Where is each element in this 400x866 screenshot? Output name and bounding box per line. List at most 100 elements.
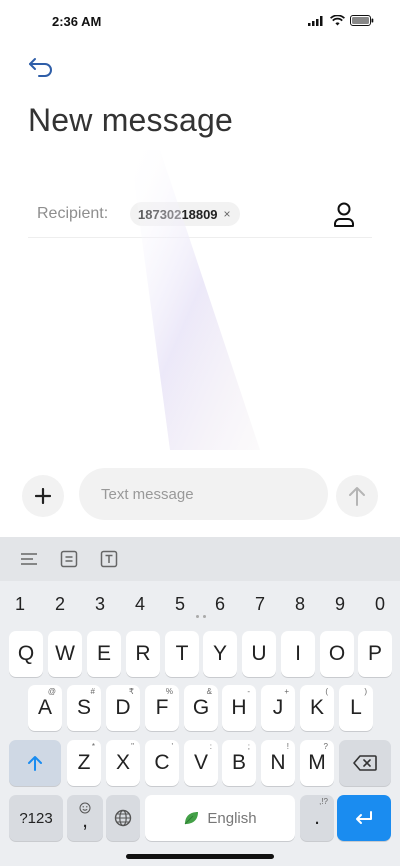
period-key[interactable]: ,!?. [300, 795, 334, 841]
attach-button[interactable] [22, 475, 64, 517]
key-y[interactable]: Y [203, 631, 237, 677]
back-button[interactable] [24, 50, 58, 84]
key-g[interactable]: & G [184, 685, 218, 731]
key-hint: ' [171, 742, 173, 751]
signal-icon [308, 16, 323, 26]
backspace-key[interactable] [339, 740, 391, 786]
key-e[interactable]: E [87, 631, 121, 677]
battery-icon [350, 15, 374, 26]
key-n[interactable]: ! N [261, 740, 295, 786]
key-k[interactable]: (K [300, 685, 334, 731]
clipboard-icon[interactable] [58, 548, 80, 570]
key-label: H [231, 696, 247, 719]
page-title: New message [28, 102, 233, 138]
key-s[interactable]: # S [67, 685, 101, 731]
keyboard-toolbar [0, 537, 400, 581]
key-0[interactable]: 0 [360, 589, 400, 619]
shift-key[interactable] [9, 740, 61, 786]
key-hint: @ [47, 687, 56, 696]
key-u[interactable]: U [242, 631, 276, 677]
recipient-label: Recipient: [37, 205, 109, 222]
key-label: D [115, 696, 131, 719]
key-p[interactable]: P [358, 631, 392, 677]
send-button[interactable] [336, 475, 378, 517]
status-bar: 2:36 AM [0, 0, 400, 44]
key-7[interactable]: 7 [240, 589, 280, 619]
key-label: P [367, 642, 382, 665]
backspace-icon [353, 755, 377, 771]
key-f[interactable]: % F [145, 685, 179, 731]
key-2[interactable]: 2 [40, 589, 80, 619]
key-hint: ! [286, 742, 289, 751]
remove-recipient-icon[interactable]: × [224, 208, 231, 220]
language-key[interactable] [106, 795, 140, 841]
key-a[interactable]: @ A [28, 685, 62, 731]
space-key-label: English [207, 809, 257, 827]
key-label: U [251, 642, 267, 665]
home-indicator[interactable] [126, 854, 274, 859]
key-label: , [82, 809, 88, 832]
key-label: K [309, 696, 324, 719]
key-hint: ) [364, 687, 367, 696]
key-t[interactable]: T [165, 631, 199, 677]
comma-key[interactable]: , [67, 795, 103, 841]
key-4[interactable]: 4 [120, 589, 160, 619]
key-z[interactable]: * Z [67, 740, 101, 786]
compose-bar [0, 466, 400, 522]
key-hint: ,!? [319, 797, 328, 806]
key-b[interactable]: ; B [222, 740, 256, 786]
key-hint: ( [325, 687, 328, 696]
key-label: W [55, 642, 75, 665]
space-key[interactable]: English [145, 795, 295, 841]
key-l[interactable]: ) L [339, 685, 373, 731]
message-input[interactable] [79, 468, 328, 520]
key-5[interactable]: 5 [160, 589, 200, 619]
key-hint: : [209, 742, 212, 751]
key-label: ?123 [19, 809, 53, 827]
key-v[interactable]: :V [184, 740, 218, 786]
key-8[interactable]: 8 [280, 589, 320, 619]
key-1[interactable]: 1 [0, 589, 40, 619]
key-r[interactable]: R [126, 631, 160, 677]
key-hint: % [165, 687, 173, 696]
key-m[interactable]: ? M [300, 740, 334, 786]
key-d[interactable]: ₹ D [106, 685, 140, 731]
page-dots [196, 615, 212, 621]
key-label: L [350, 696, 362, 719]
enter-key[interactable] [337, 795, 391, 841]
enter-icon [356, 811, 372, 824]
key-label: O [328, 642, 346, 665]
space-label-group: English [183, 809, 257, 827]
arrow-up-icon [349, 487, 365, 506]
key-label: E [96, 642, 111, 665]
key-x[interactable]: " X [106, 740, 140, 786]
key-label: R [135, 642, 151, 665]
key-label: Q [17, 642, 35, 665]
recipient-chip[interactable]: 18730218809 × [130, 202, 240, 226]
globe-icon [114, 809, 132, 827]
key-label: A [37, 696, 52, 719]
contacts-button[interactable] [330, 201, 358, 229]
key-h[interactable]: -H [222, 685, 256, 731]
key-label: Z [77, 751, 91, 774]
key-q[interactable]: Q [9, 631, 43, 677]
wifi-icon [330, 15, 345, 26]
key-label: I [295, 642, 301, 665]
key-c[interactable]: ' C [145, 740, 179, 786]
key-hint: " [131, 742, 134, 751]
key-label: T [175, 642, 189, 665]
key-hint: * [91, 742, 95, 751]
key-9[interactable]: 9 [320, 589, 360, 619]
key-3[interactable]: 3 [80, 589, 120, 619]
menu-lines-icon[interactable] [18, 548, 40, 570]
key-o[interactable]: O [320, 631, 354, 677]
key-w[interactable]: W [48, 631, 82, 677]
key-hint: ₹ [128, 687, 134, 696]
key-hint: ? [323, 742, 328, 751]
status-icons [308, 15, 374, 26]
key-j[interactable]: + J [261, 685, 295, 731]
key-hint: ; [247, 742, 250, 751]
text-box-icon[interactable] [98, 548, 120, 570]
key-i[interactable]: I [281, 631, 315, 677]
symbols-key[interactable]: ?123 [9, 795, 63, 841]
